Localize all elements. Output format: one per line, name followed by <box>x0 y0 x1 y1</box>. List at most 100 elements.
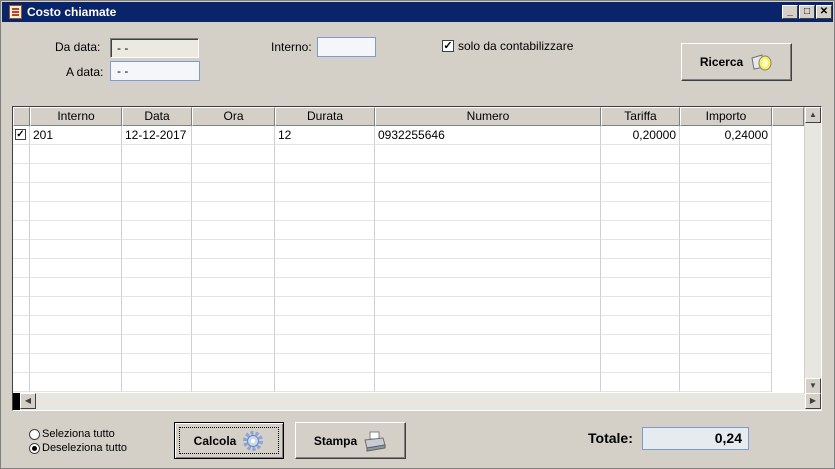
table-cell-numero[interactable] <box>375 164 601 183</box>
table-cell-numero[interactable] <box>375 240 601 259</box>
scroll-down-button[interactable]: ▼ <box>805 378 821 394</box>
table-cell-numero[interactable] <box>375 297 601 316</box>
scroll-left-button[interactable]: ◀ <box>20 393 36 409</box>
table-cell-importo[interactable] <box>680 373 772 392</box>
table-cell-data[interactable]: 12-12-2017 <box>122 126 192 145</box>
table-row[interactable] <box>13 164 773 183</box>
print-button[interactable]: Stampa <box>295 422 406 459</box>
maximize-button[interactable]: □ <box>799 5 815 19</box>
close-button[interactable]: ✕ <box>816 5 832 19</box>
table-cell-durata[interactable] <box>275 164 375 183</box>
table-cell-data[interactable] <box>122 221 192 240</box>
table-cell-data[interactable] <box>122 259 192 278</box>
table-cell-ora[interactable] <box>192 221 275 240</box>
table-cell-durata[interactable] <box>275 202 375 221</box>
table-cell-numero[interactable] <box>375 316 601 335</box>
header-ora[interactable]: Ora <box>192 107 275 126</box>
table-row[interactable] <box>13 297 773 316</box>
table-cell-numero[interactable] <box>375 221 601 240</box>
table-cell-tariffa[interactable] <box>601 354 680 373</box>
table-row[interactable] <box>13 278 773 297</box>
table-cell-ora[interactable] <box>192 297 275 316</box>
header-durata[interactable]: Durata <box>275 107 375 126</box>
table-cell-durata[interactable] <box>275 373 375 392</box>
table-cell-interno[interactable] <box>30 202 122 221</box>
scroll-right-button[interactable]: ▶ <box>805 393 821 409</box>
to-date-field[interactable]: - - <box>110 61 200 81</box>
calls-grid[interactable]: Interno Data Ora Durata Numero Tariffa I… <box>12 106 822 411</box>
deselect-all-radio[interactable] <box>29 443 40 454</box>
table-cell-tariffa[interactable] <box>601 183 680 202</box>
table-cell-tariffa[interactable] <box>601 278 680 297</box>
horizontal-scrollbar[interactable]: ◀ ▶ <box>13 393 821 410</box>
table-cell-importo[interactable]: 0,24000 <box>680 126 772 145</box>
table-cell-tariffa[interactable] <box>601 297 680 316</box>
table-cell-data[interactable] <box>122 354 192 373</box>
row-select-cell[interactable] <box>13 259 30 278</box>
table-row[interactable] <box>13 373 773 392</box>
table-cell-numero[interactable] <box>375 354 601 373</box>
table-cell-tariffa[interactable] <box>601 221 680 240</box>
table-cell-interno[interactable] <box>30 164 122 183</box>
table-cell-durata[interactable] <box>275 316 375 335</box>
table-cell-ora[interactable] <box>192 278 275 297</box>
table-cell-durata[interactable] <box>275 183 375 202</box>
table-cell-interno[interactable] <box>30 259 122 278</box>
row-checkbox[interactable]: ✓ <box>15 129 26 140</box>
table-cell-tariffa[interactable] <box>601 202 680 221</box>
table-cell-numero[interactable] <box>375 373 601 392</box>
table-cell-numero[interactable] <box>375 145 601 164</box>
table-cell-data[interactable] <box>122 202 192 221</box>
row-select-cell[interactable] <box>13 183 30 202</box>
table-cell-numero[interactable] <box>375 183 601 202</box>
table-cell-importo[interactable] <box>680 354 772 373</box>
select-all-radio[interactable] <box>29 429 40 440</box>
table-row[interactable] <box>13 202 773 221</box>
table-cell-interno[interactable] <box>30 145 122 164</box>
table-row[interactable] <box>13 240 773 259</box>
table-cell-numero[interactable] <box>375 335 601 354</box>
table-cell-numero[interactable] <box>375 278 601 297</box>
table-cell-interno[interactable] <box>30 335 122 354</box>
table-cell-data[interactable] <box>122 145 192 164</box>
row-select-cell[interactable] <box>13 297 30 316</box>
row-select-cell[interactable] <box>13 240 30 259</box>
table-cell-importo[interactable] <box>680 259 772 278</box>
from-date-field[interactable]: - - <box>110 38 199 58</box>
table-cell-numero[interactable] <box>375 202 601 221</box>
table-cell-durata[interactable]: 12 <box>275 126 375 145</box>
table-cell-ora[interactable] <box>192 373 275 392</box>
table-cell-interno[interactable] <box>30 240 122 259</box>
table-cell-durata[interactable] <box>275 240 375 259</box>
table-row[interactable] <box>13 354 773 373</box>
table-cell-importo[interactable] <box>680 297 772 316</box>
row-select-cell[interactable] <box>13 221 30 240</box>
table-cell-ora[interactable] <box>192 164 275 183</box>
table-row[interactable]: ✓ 201 12-12-2017 12 0932255646 0,20000 0,24000 <box>13 126 773 145</box>
table-cell-data[interactable] <box>122 164 192 183</box>
table-cell-durata[interactable] <box>275 335 375 354</box>
table-cell-importo[interactable] <box>680 335 772 354</box>
header-numero[interactable]: Numero <box>375 107 601 126</box>
row-select-cell[interactable] <box>13 164 30 183</box>
row-select-cell[interactable] <box>13 316 30 335</box>
table-row[interactable] <box>13 316 773 335</box>
table-cell-ora[interactable] <box>192 259 275 278</box>
table-cell-interno[interactable] <box>30 183 122 202</box>
header-interno[interactable]: Interno <box>30 107 122 126</box>
table-cell-data[interactable] <box>122 240 192 259</box>
table-cell-ora[interactable] <box>192 126 275 145</box>
table-cell-tariffa[interactable] <box>601 240 680 259</box>
table-cell-ora[interactable] <box>192 335 275 354</box>
table-row[interactable] <box>13 259 773 278</box>
table-cell-durata[interactable] <box>275 354 375 373</box>
table-cell-tariffa[interactable] <box>601 164 680 183</box>
table-cell-importo[interactable] <box>680 240 772 259</box>
table-row[interactable] <box>13 335 773 354</box>
table-cell-interno[interactable]: 201 <box>30 126 122 145</box>
table-cell-importo[interactable] <box>680 316 772 335</box>
table-cell-importo[interactable] <box>680 202 772 221</box>
header-importo[interactable]: Importo <box>680 107 772 126</box>
row-select-cell[interactable] <box>13 278 30 297</box>
table-cell-importo[interactable] <box>680 183 772 202</box>
